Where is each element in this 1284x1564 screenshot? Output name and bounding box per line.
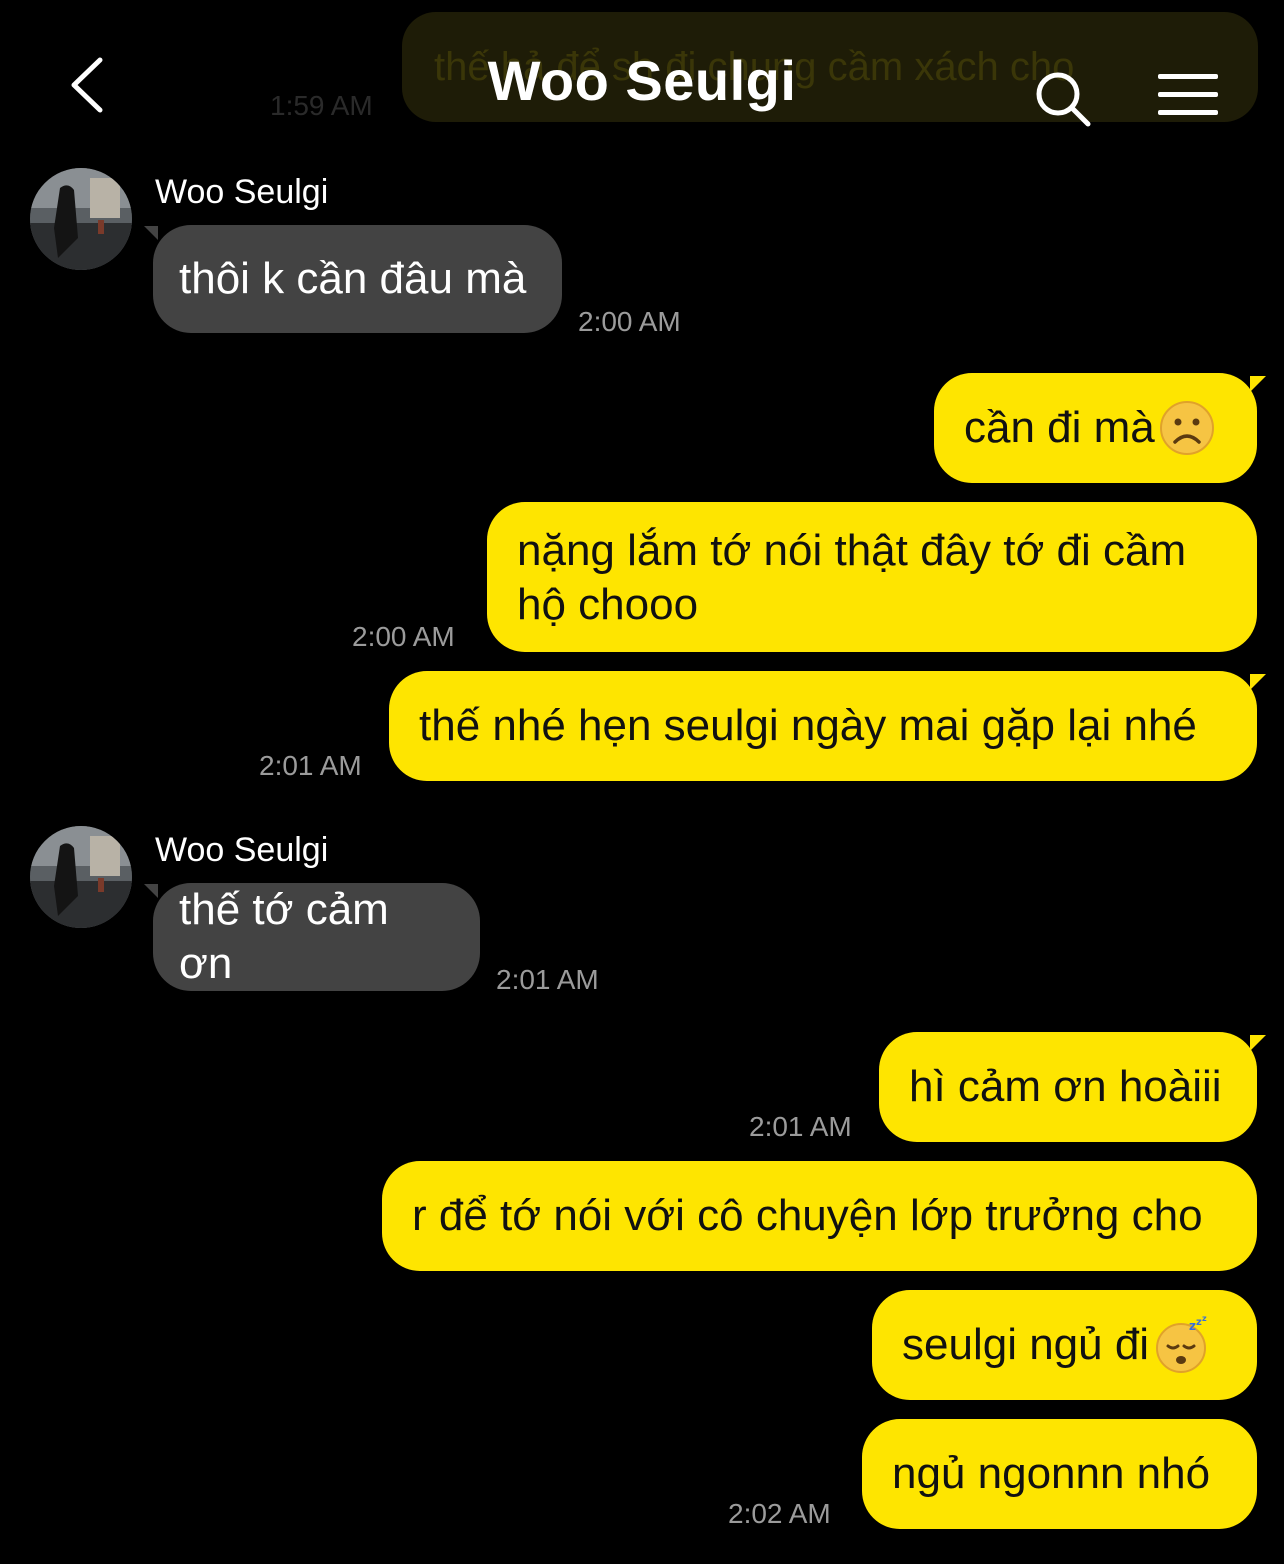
search-icon: [1036, 72, 1091, 127]
search-button[interactable]: [1030, 66, 1096, 132]
avatar[interactable]: [30, 168, 132, 270]
message-time: 2:00 AM: [578, 306, 681, 337]
message-text: hì cảm ơn hoàiii: [909, 1062, 1222, 1111]
bubble-tail: [1250, 376, 1266, 392]
message-text: nặng lắm tớ nói thật đây tớ đi cầm hộ ch…: [517, 526, 1187, 629]
message-text: thế tớ cảm ơn: [179, 885, 389, 988]
avatar[interactable]: [30, 826, 132, 928]
message-text: thôi k cần đâu mà: [179, 254, 527, 303]
message-time: 2:00 AM: [352, 621, 455, 652]
message-bubble-outgoing[interactable]: thế nhé hẹn seulgi ngày mai gặp lại nhé: [389, 671, 1257, 781]
svg-text:z: z: [1202, 1316, 1207, 1323]
message-bubble-outgoing[interactable]: r để tớ nói với cô chuyện lớp trưởng cho: [382, 1161, 1257, 1271]
bubble-tail: [144, 226, 158, 240]
menu-button[interactable]: [1154, 70, 1224, 120]
bubble-tail: [1250, 674, 1266, 690]
message-time: 2:01 AM: [259, 750, 362, 781]
message-text: r để tớ nói với cô chuyện lớp trưởng cho: [412, 1191, 1203, 1240]
profile-photo-icon: [30, 168, 132, 270]
message-bubble-outgoing[interactable]: nặng lắm tớ nói thật đây tớ đi cầm hộ ch…: [487, 502, 1257, 652]
sender-name: Woo Seulgi: [155, 173, 329, 211]
message-text: thế nhé hẹn seulgi ngày mai gặp lại nhé: [419, 701, 1197, 750]
message-time: 2:02 AM: [728, 1498, 831, 1529]
message-bubble-outgoing[interactable]: seulgi ngủ đi z z z: [872, 1290, 1257, 1400]
frowning-face-emoji: [1159, 401, 1214, 455]
message-time: 2:01 AM: [749, 1111, 852, 1142]
message-text: ngủ ngonnn nhó: [892, 1449, 1211, 1498]
message-bubble-incoming[interactable]: thôi k cần đâu mà: [153, 225, 562, 333]
message-bubble-outgoing[interactable]: hì cảm ơn hoàiii: [879, 1032, 1257, 1142]
sender-name: Woo Seulgi: [155, 831, 329, 869]
message-bubble-outgoing[interactable]: cần đi mà: [934, 373, 1257, 483]
bubble-tail: [144, 884, 158, 898]
message-bubble-incoming[interactable]: thế tớ cảm ơn: [153, 883, 480, 991]
message-bubble-outgoing[interactable]: ngủ ngonnn nhó: [862, 1419, 1257, 1529]
message-time: 2:01 AM: [496, 964, 599, 995]
bubble-tail: [1250, 1035, 1266, 1051]
message-text: seulgi ngủ đi: [902, 1320, 1150, 1369]
profile-photo-icon: [30, 826, 132, 928]
message-text: cần đi mà: [964, 403, 1155, 452]
svg-text:z: z: [1189, 1319, 1196, 1333]
sleeping-face-emoji: z z z: [1156, 1316, 1207, 1373]
